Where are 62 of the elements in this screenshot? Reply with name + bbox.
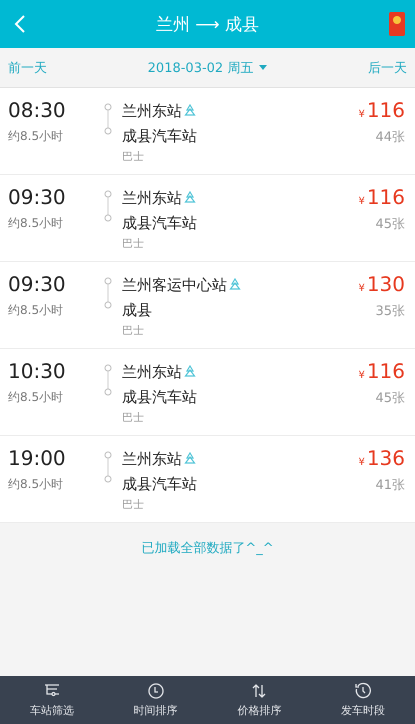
route-line-icon	[104, 451, 112, 483]
station-icon	[229, 278, 241, 291]
price: ¥136	[358, 446, 405, 470]
route-line-icon	[104, 364, 112, 396]
destination-station: 成县	[122, 300, 153, 320]
trip-row[interactable]: 09:30 约8.5小时 兰州客运中心站 成县 巴士 ¥130 35张	[0, 262, 415, 349]
caret-icon	[259, 65, 268, 70]
destination-station: 成县汽车站	[122, 212, 197, 234]
departure-time: 10:30	[8, 359, 67, 383]
clock-icon	[146, 682, 165, 700]
vehicle-type: 巴士	[122, 410, 145, 425]
vehicle-type: 巴士	[122, 323, 145, 338]
back-icon[interactable]	[14, 14, 26, 34]
trip-row[interactable]: 10:30 约8.5小时 兰州东站 成县汽车站 巴士 ¥116 45张	[0, 349, 415, 436]
origin-station: 兰州东站	[122, 359, 197, 384]
departure-time: 09:30	[8, 272, 67, 296]
destination-station: 成县汽车站	[122, 126, 197, 146]
seat-count: 45张	[375, 216, 405, 233]
station-icon	[184, 191, 196, 204]
departure-time: 19:00	[8, 446, 67, 470]
seat-count: 35张	[375, 303, 405, 320]
origin-station: 兰州客运中心站	[122, 272, 241, 297]
route-line-icon	[104, 277, 112, 309]
seat-count: 45张	[375, 390, 405, 407]
station-icon	[184, 104, 196, 117]
vehicle-type: 巴士	[122, 497, 145, 512]
departure-time: 08:30	[8, 98, 67, 122]
duration: 约8.5小时	[8, 389, 64, 406]
duration: 约8.5小时	[8, 302, 64, 319]
price: ¥116	[358, 185, 405, 209]
envelope-icon[interactable]	[389, 12, 405, 36]
duration: 约8.5小时	[8, 215, 64, 232]
origin-station: 兰州东站	[122, 98, 197, 123]
trip-row[interactable]: 09:30 约8.5小时 兰州东站 成县汽车站 巴士 ¥116 45张	[0, 175, 415, 262]
price: ¥116	[358, 359, 405, 383]
station-icon	[184, 452, 196, 465]
price: ¥130	[358, 272, 405, 296]
tab-bar-button[interactable]: 价格排序	[208, 676, 312, 724]
sort-arrows-icon	[250, 682, 268, 700]
all-loaded-note: 已加载全部数据了^_^	[141, 541, 274, 556]
route-title: 兰州 ⟶ 成县	[156, 14, 260, 36]
seat-count: 44张	[375, 129, 405, 146]
vehicle-type: 巴士	[122, 236, 145, 251]
origin-station: 兰州东站	[122, 446, 197, 471]
price: ¥116	[358, 98, 405, 122]
route-line-icon	[104, 190, 112, 222]
station-icon	[184, 365, 196, 378]
duration: 约8.5小时	[8, 476, 64, 493]
trip-row[interactable]: 19:00 约8.5小时 兰州东站 成县汽车站 巴士 ¥136 41张	[0, 436, 415, 523]
departure-time: 09:30	[8, 185, 67, 209]
destination-station: 成县汽车站	[122, 386, 197, 408]
destination-station: 成县汽车站	[122, 474, 197, 494]
route-line-icon	[104, 103, 112, 135]
tab-bar-button[interactable]: 车站筛选	[0, 676, 104, 724]
history-clock-icon	[354, 682, 372, 700]
seat-count: 41张	[375, 477, 405, 494]
vehicle-type: 巴士	[122, 149, 145, 164]
tab-bar-button[interactable]: 发车时段	[311, 676, 415, 724]
trip-row[interactable]: 08:30 约8.5小时 兰州东站 成县汽车站 巴士 ¥116 44张	[0, 88, 415, 175]
tab-bar-button[interactable]: 时间排序	[104, 676, 208, 724]
origin-station: 兰州东站	[122, 185, 197, 210]
duration: 约8.5小时	[8, 128, 64, 145]
